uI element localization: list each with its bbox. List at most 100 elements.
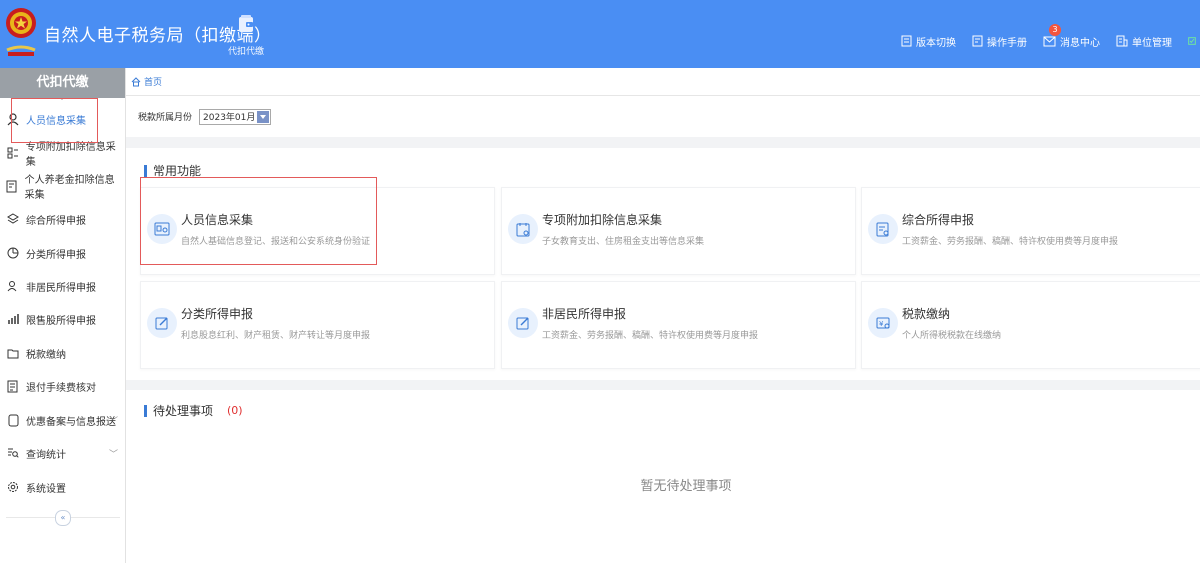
card-desc: 个人所得税税款在线缴纳 [902, 331, 1002, 341]
todo-title: 待处理事项 (0) [144, 402, 243, 419]
todo-panel: 待处理事项 (0) 暂无待处理事项 [126, 390, 1200, 563]
sidebar-title: 代扣代缴 [0, 68, 125, 100]
sidebar-item-classified-income[interactable]: 分类所得申报 [0, 242, 124, 264]
title-accent-bar [144, 164, 147, 177]
module-label: 代扣代缴 [227, 47, 264, 57]
pension-doc-icon [6, 179, 19, 193]
card-title: 专项附加扣除信息采集 [542, 213, 663, 227]
message-count-badge: 3 [1049, 23, 1061, 36]
manual-link[interactable]: 操作手册 [972, 34, 1027, 49]
more-link[interactable] [1188, 35, 1200, 47]
period-value: 2023年01月 [203, 113, 256, 123]
period-filter-bar: 税款所属月份 2023年01月 [126, 96, 1200, 137]
sidebar-item-label: 个人养老金扣除信息采集 [24, 175, 115, 201]
layers-icon [6, 212, 20, 226]
card-desc: 子女教育支出、住房租金支出等信息采集 [542, 237, 705, 247]
sidebar-item-pension-deduction[interactable]: 个人养老金扣除信息采集 [0, 175, 124, 201]
breadcrumb: 首页 [126, 68, 1200, 96]
sidebar-item-label: 系统设置 [26, 483, 66, 495]
tax-emblem-logo [4, 6, 38, 60]
version-switch-label: 版本切换 [916, 37, 956, 49]
sidebar-item-label: 优惠备案与信息报送 [26, 416, 116, 428]
top-header: 自然人电子税务局（扣缴端） 代扣代缴 版本切换 操作手册 3 消息中心 单位管理 [0, 0, 1200, 68]
tax-pay-icon: ¥ [868, 308, 898, 338]
gear-icon [6, 480, 20, 494]
edit-icon [508, 308, 538, 338]
grid-list-icon [6, 146, 20, 160]
sidebar-item-system-settings[interactable]: 系统设置 [0, 476, 124, 498]
todo-label: 待处理事项 [153, 404, 214, 418]
sidebar-item-refund-fee-check[interactable]: 退付手续费核对 [0, 375, 124, 397]
dropdown-arrow-icon [257, 110, 270, 123]
title-accent-bar [144, 404, 147, 417]
module-tab-withholding[interactable]: 代扣代缴 [222, 14, 270, 57]
card-title: 综合所得申报 [902, 213, 975, 227]
period-label: 税款所属月份 [138, 113, 193, 123]
pie-icon [6, 246, 20, 260]
todo-count: (0) [227, 404, 243, 417]
card-nonresident-income[interactable]: 非居民所得申报 工资薪金、劳务报酬、稿酬、特许权使用费等月度申报 [501, 281, 856, 369]
card-title: 分类所得申报 [181, 307, 254, 321]
card-comprehensive-income[interactable]: 综合所得申报 工资薪金、劳务报酬、稿酬、特许权使用费等月度申报 [861, 187, 1200, 275]
card-desc: 工资薪金、劳务报酬、稿酬、特许权使用费等月度申报 [902, 237, 1119, 247]
search-list-icon [6, 446, 20, 460]
document-icon [901, 35, 912, 47]
common-functions-panel: 常用功能 人员信息采集 自然人基础信息登记、报送和公安系统身份验证 专项附加扣除… [126, 148, 1200, 380]
sidebar-item-restricted-shares[interactable]: 限售股所得申报 [0, 308, 124, 330]
card-special-deduction[interactable]: 专项附加扣除信息采集 子女教育支出、住房租金支出等信息采集 [501, 187, 856, 275]
sidebar-collapse-button[interactable]: « [55, 510, 71, 526]
period-select[interactable]: 2023年01月 [199, 108, 272, 125]
sidebar-item-label: 非居民所得申报 [26, 282, 96, 294]
building-icon [1116, 35, 1128, 47]
check-box-icon [1188, 37, 1196, 45]
home-icon [131, 76, 141, 86]
message-center-label: 消息中心 [1060, 37, 1100, 49]
unit-management-label: 单位管理 [1132, 37, 1172, 49]
sidebar-title-label: 代扣代缴 [36, 75, 89, 90]
manual-icon [972, 35, 983, 47]
header-links: 版本切换 操作手册 3 消息中心 单位管理 [885, 23, 1200, 51]
manual-label: 操作手册 [987, 37, 1027, 49]
highlight-box-sidebar [11, 98, 98, 143]
card-tax-payment[interactable]: ¥ 税款缴纳 个人所得税税款在线缴纳 [861, 281, 1200, 369]
sidebar-item-label: 退付手续费核对 [26, 382, 96, 394]
sidebar-item-preferential-filing[interactable]: 优惠备案与信息报送 ﹀ [0, 409, 124, 431]
highlight-box-card [140, 177, 377, 265]
form-doc-icon [868, 214, 898, 244]
card-title: 非居民所得申报 [542, 307, 627, 321]
folder-icon [6, 346, 20, 360]
sidebar-item-label: 分类所得申报 [26, 249, 86, 261]
sidebar-item-comprehensive-income[interactable]: 综合所得申报 [0, 208, 124, 230]
main-content: 首页 税款所属月份 2023年01月 常用功能 人员信息采集 自然人基础信息登记… [126, 68, 1200, 563]
mail-icon [1043, 36, 1056, 47]
version-switch-link[interactable]: 版本切换 [901, 34, 956, 49]
card-classified-income[interactable]: 分类所得申报 利息股息红利、财产租赁、财产转让等月度申报 [140, 281, 495, 369]
chevron-down-icon: ﹀ [108, 449, 118, 460]
svg-text:¥: ¥ [879, 320, 884, 328]
sidebar-item-label: 查询统计 [26, 449, 66, 461]
sidebar-item-tax-payment[interactable]: 税款缴纳 [0, 342, 124, 364]
chevron-down-icon: ﹀ [108, 416, 118, 427]
card-desc: 利息股息红利、财产租赁、财产转让等月度申报 [181, 331, 371, 341]
doc-icon [6, 413, 20, 427]
sidebar-item-query-statistics[interactable]: 查询统计 ﹀ [0, 442, 124, 464]
receipt-icon [6, 379, 20, 393]
bar-chart-icon [6, 312, 20, 326]
breadcrumb-home-link[interactable]: 首页 [144, 75, 162, 88]
card-desc: 工资薪金、劳务报酬、稿酬、特许权使用费等月度申报 [542, 331, 759, 341]
user-outline-icon [6, 279, 20, 293]
sidebar-item-nonresident-income[interactable]: 非居民所得申报 [0, 275, 124, 297]
sidebar-item-label: 限售股所得申报 [26, 315, 96, 327]
sidebar: 代扣代缴 人员信息采集 专项附加扣除信息采集 个人养老金扣除信息采集 综合所得申… [0, 68, 126, 563]
sidebar-item-special-deduction[interactable]: 专项附加扣除信息采集 [0, 142, 124, 168]
card-title: 税款缴纳 [902, 307, 951, 321]
sidebar-item-label: 税款缴纳 [26, 349, 66, 361]
wallet-icon [239, 15, 253, 32]
empty-todo-message: 暂无待处理事项 [640, 479, 732, 494]
message-center-link[interactable]: 3 消息中心 [1043, 23, 1100, 49]
calendar-doc-icon [508, 214, 538, 244]
edit-icon [147, 308, 177, 338]
double-chevron-left-icon: « [60, 513, 66, 522]
sidebar-item-label: 综合所得申报 [26, 215, 86, 227]
unit-management-link[interactable]: 单位管理 [1116, 34, 1172, 49]
